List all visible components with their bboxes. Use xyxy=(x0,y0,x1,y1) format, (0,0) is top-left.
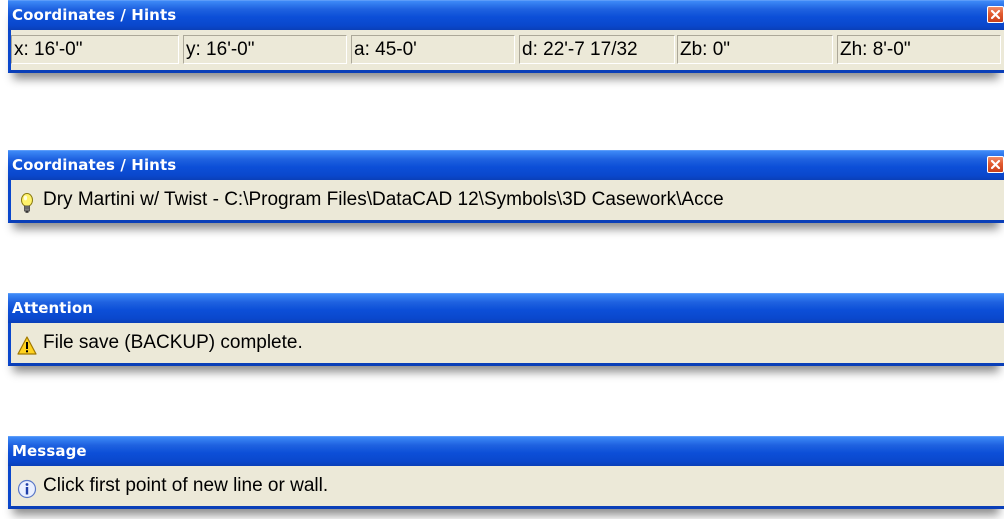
close-icon[interactable] xyxy=(987,6,1004,23)
message-text: Click first point of new line or wall. xyxy=(43,475,329,496)
attention-panel-title: Attention xyxy=(12,299,93,317)
attention-panel: Attention File save (BACKUP) complete. xyxy=(8,293,1004,366)
angle-field: a: 45-0' xyxy=(351,35,515,64)
hints-panel: Coordinates / Hints Dry Martini w/ Twist… xyxy=(8,150,1004,223)
message-panel-title: Message xyxy=(12,442,87,460)
coordinates-panel: Coordinates / Hints x: 16'-0" y: 16'-0" … xyxy=(8,0,1004,73)
warning-icon xyxy=(17,332,37,355)
distance-field: d: 22'-7 17/32 xyxy=(519,35,675,64)
message-panel-titlebar[interactable]: Message xyxy=(8,436,1004,466)
attention-text: File save (BACKUP) complete. xyxy=(43,332,303,353)
z-height-field: Zh: 8'-0" xyxy=(837,35,1001,64)
attention-panel-body: File save (BACKUP) complete. xyxy=(8,323,1004,366)
hints-panel-title: Coordinates / Hints xyxy=(12,156,177,174)
x-coordinate-field: x: 16'-0" xyxy=(11,35,179,64)
coordinates-panel-titlebar[interactable]: Coordinates / Hints xyxy=(8,0,1004,30)
lightbulb-icon xyxy=(17,189,37,213)
coordinates-panel-title: Coordinates / Hints xyxy=(12,6,177,24)
hints-panel-titlebar[interactable]: Coordinates / Hints xyxy=(8,150,1004,180)
message-panel-body: Click first point of new line or wall. xyxy=(8,466,1004,509)
hints-panel-body: Dry Martini w/ Twist - C:\Program Files\… xyxy=(8,180,1004,223)
message-panel: Message Click first point of new line or… xyxy=(8,436,1004,509)
hint-text: Dry Martini w/ Twist - C:\Program Files\… xyxy=(43,189,724,210)
y-coordinate-field: y: 16'-0" xyxy=(183,35,347,64)
z-base-field: Zb: 0" xyxy=(677,35,833,64)
info-icon xyxy=(17,475,37,499)
attention-panel-titlebar[interactable]: Attention xyxy=(8,293,1004,323)
close-icon[interactable] xyxy=(987,156,1004,173)
coordinates-panel-body: x: 16'-0" y: 16'-0" a: 45-0' d: 22'-7 17… xyxy=(8,30,1004,73)
